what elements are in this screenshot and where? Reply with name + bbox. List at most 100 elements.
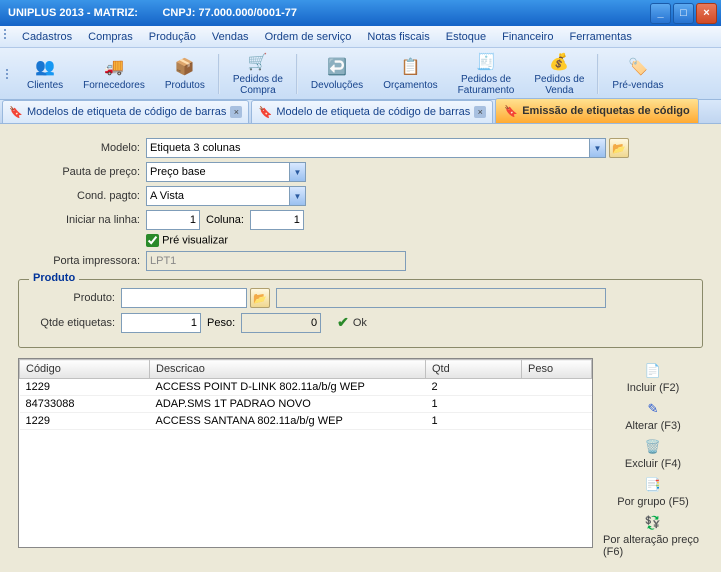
toolbar-pedidos-faturamento[interactable]: 🧾 Pedidos de Faturamento (449, 51, 524, 97)
cell-codigo: 1229 (20, 379, 150, 396)
toolbar: 👥 Clientes 🚚 Fornecedores 📦 Produtos 🛒 P… (0, 48, 721, 100)
modelo-select[interactable] (146, 138, 606, 158)
menu-notas-fiscais[interactable]: Notas fiscais (359, 28, 437, 46)
col-descricao[interactable]: Descricao (150, 360, 426, 379)
toolbar-devolucoes[interactable]: ↩️ Devoluções (302, 51, 372, 97)
iniciar-linha-label: Iniciar na linha: (18, 214, 146, 226)
toolbar-label: Pré-vendas (612, 80, 663, 91)
toolbar-separator (296, 54, 298, 94)
cond-pagto-select[interactable] (146, 186, 306, 206)
menu-ferramentas[interactable]: Ferramentas (561, 28, 639, 46)
menu-financeiro[interactable]: Financeiro (494, 28, 561, 46)
group-icon: 📑 (644, 476, 662, 494)
col-peso[interactable]: Peso (522, 360, 592, 379)
maximize-button[interactable]: □ (673, 3, 694, 24)
toolbar-label: Produtos (165, 80, 205, 91)
peso-input (241, 313, 321, 333)
close-window-button[interactable]: × (696, 3, 717, 24)
menu-cadastros[interactable]: Cadastros (14, 28, 80, 46)
iniciar-linha-input[interactable] (146, 210, 200, 230)
modelo-lookup-button[interactable]: 📂 (609, 138, 629, 158)
edit-icon: ✎ (644, 400, 662, 418)
pre-visualizar-checkbox[interactable] (146, 234, 159, 247)
produto-label: Produto: (29, 292, 121, 304)
clients-icon: 👥 (34, 56, 56, 78)
side-label: Alterar (F3) (625, 420, 681, 432)
tab-modelo-etiqueta[interactable]: 🔖 Modelo de etiqueta de código de barras… (251, 100, 493, 123)
minimize-button[interactable]: _ (650, 3, 671, 24)
toolbar-label: Pedidos de Faturamento (458, 74, 515, 96)
pre-visualizar-label: Pré visualizar (162, 234, 228, 246)
toolbar-clientes[interactable]: 👥 Clientes (18, 51, 72, 97)
incluir-button[interactable]: 📄 Incluir (F2) (627, 362, 680, 394)
tab-modelos-etiqueta[interactable]: 🔖 Modelos de etiqueta de código de barra… (2, 100, 249, 123)
menu-vendas[interactable]: Vendas (204, 28, 257, 46)
add-icon: 📄 (644, 362, 662, 380)
toolbar-label: Pedidos de Venda (534, 74, 584, 96)
tab-icon: 🔖 (9, 105, 23, 119)
tab-label: Emissão de etiquetas de código (522, 105, 690, 117)
toolbar-pedidos-venda[interactable]: 💰 Pedidos de Venda (525, 51, 593, 97)
side-label: Incluir (F2) (627, 382, 680, 394)
por-alteracao-preco-button[interactable]: 💱 Por alteração preço (F6) (603, 514, 703, 558)
cell-qtd: 1 (426, 413, 522, 430)
menu-estoque[interactable]: Estoque (438, 28, 494, 46)
col-qtd[interactable]: Qtd (426, 360, 522, 379)
menu-producao[interactable]: Produção (141, 28, 204, 46)
purchase-orders-icon: 🛒 (247, 52, 269, 72)
cnpj-label: CNPJ: 77.000.000/0001-77 (162, 7, 297, 19)
sales-orders-icon: 💰 (548, 52, 570, 72)
qtde-etiquetas-input[interactable] (121, 313, 201, 333)
pauta-label: Pauta de preço: (18, 166, 146, 178)
col-codigo[interactable]: Código (20, 360, 150, 379)
toolbar-label: Fornecedores (83, 80, 145, 91)
toolbar-pedidos-compra[interactable]: 🛒 Pedidos de Compra (224, 51, 292, 97)
cond-pagto-label: Cond. pagto: (18, 190, 146, 202)
cell-qtd: 2 (426, 379, 522, 396)
produto-lookup-button[interactable]: 📂 (250, 288, 270, 308)
menu-compras[interactable]: Compras (80, 28, 141, 46)
billing-orders-icon: 🧾 (475, 52, 497, 72)
alterar-button[interactable]: ✎ Alterar (F3) (625, 400, 681, 432)
side-label: Por grupo (F5) (617, 496, 689, 508)
peso-label: Peso: (201, 317, 241, 329)
produto-group-title: Produto (29, 272, 79, 284)
products-grid[interactable]: Código Descricao Qtd Peso 1229ACCESS POI… (18, 358, 593, 548)
tab-close-icon[interactable]: × (230, 106, 242, 118)
quotes-icon: 📋 (399, 56, 421, 78)
pre-visualizar-checkbox-wrap[interactable]: Pré visualizar (146, 234, 228, 247)
toolbar-pre-vendas[interactable]: 🏷️ Pré-vendas (603, 51, 672, 97)
produto-code-input[interactable] (121, 288, 247, 308)
pauta-select[interactable] (146, 162, 306, 182)
price-change-icon: 💱 (644, 514, 662, 532)
excluir-button[interactable]: 🗑️ Excluir (F4) (625, 438, 681, 470)
tab-label: Modelo de etiqueta de código de barras (276, 106, 470, 118)
cell-descricao: ACCESS SANTANA 802.11a/b/g WEP (150, 413, 426, 430)
produto-groupbox: Produto Produto: 📂 Qtde etiquetas: Peso:… (18, 279, 703, 348)
toolbar-fornecedores[interactable]: 🚚 Fornecedores (74, 51, 154, 97)
menu-ordem-servico[interactable]: Ordem de serviço (257, 28, 360, 46)
toolbar-orcamentos[interactable]: 📋 Orçamentos (374, 51, 446, 97)
tab-bar: 🔖 Modelos de etiqueta de código de barra… (0, 100, 721, 124)
table-row[interactable]: 84733088ADAP.SMS 1T PADRAO NOVO1 (20, 396, 592, 413)
coluna-label: Coluna: (200, 214, 250, 226)
porta-impressora-input (146, 251, 406, 271)
por-grupo-button[interactable]: 📑 Por grupo (F5) (617, 476, 689, 508)
tab-label: Modelos de etiqueta de código de barras (27, 106, 226, 118)
tab-close-icon[interactable]: × (474, 106, 486, 118)
table-row[interactable]: 1229ACCESS POINT D-LINK 802.11a/b/g WEP2 (20, 379, 592, 396)
tab-emissao-etiquetas[interactable]: 🔖 Emissão de etiquetas de código (495, 98, 699, 123)
tab-icon: 🔖 (504, 104, 518, 118)
content-area: Modelo: ▼ 📂 Pauta de preço: ▼ Cond. pagt… (0, 124, 721, 572)
toolbar-produtos[interactable]: 📦 Produtos (156, 51, 214, 97)
toolbar-grip[interactable] (6, 54, 12, 94)
ok-button[interactable]: ✔ Ok (329, 312, 375, 333)
coluna-input[interactable] (250, 210, 304, 230)
side-label: Excluir (F4) (625, 458, 681, 470)
check-icon: ✔ (337, 314, 349, 331)
menubar-grip[interactable] (4, 29, 10, 45)
porta-impressora-label: Porta impressora: (18, 255, 146, 267)
table-row[interactable]: 1229ACCESS SANTANA 802.11a/b/g WEP1 (20, 413, 592, 430)
cell-peso (522, 379, 592, 396)
tab-icon: 🔖 (258, 105, 272, 119)
